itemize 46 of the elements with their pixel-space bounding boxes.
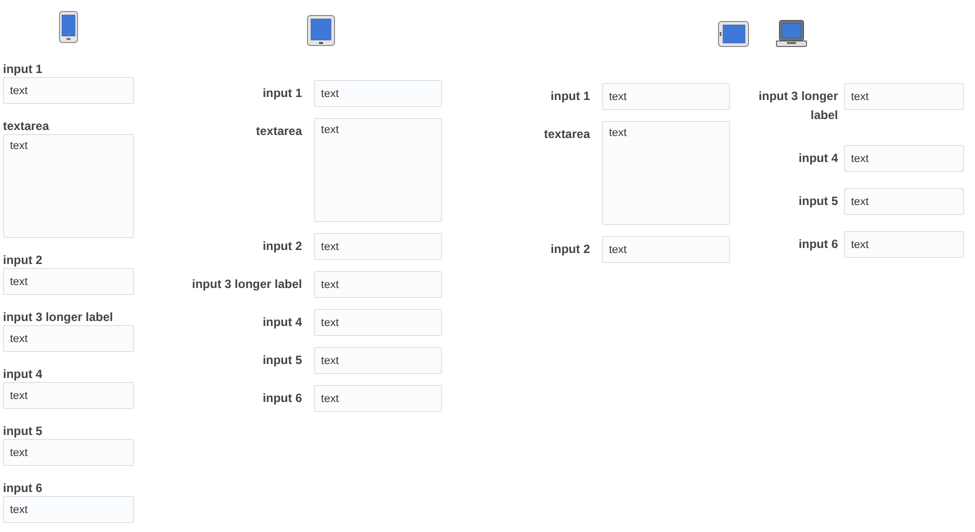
tablet-icon bbox=[718, 21, 748, 47]
input-field[interactable]: text bbox=[314, 233, 442, 260]
textarea-field[interactable]: text bbox=[3, 134, 134, 238]
input-field[interactable]: text bbox=[844, 188, 964, 215]
field-label: input 3 longer label bbox=[192, 276, 302, 293]
input-field[interactable]: text bbox=[602, 83, 730, 110]
field-label: textarea bbox=[542, 126, 590, 143]
field-label: input 5 bbox=[262, 352, 302, 369]
field-label: input 1 bbox=[550, 88, 590, 105]
laptop-icon bbox=[776, 20, 806, 47]
field-label: input 2 bbox=[3, 252, 42, 268]
input-field[interactable]: text bbox=[3, 382, 134, 409]
textarea-field[interactable]: text bbox=[314, 118, 442, 222]
field-label: input 5 bbox=[3, 423, 42, 439]
field-label: input 5 bbox=[798, 193, 838, 210]
phone-icon bbox=[59, 11, 78, 43]
field-label: input 6 bbox=[798, 236, 838, 253]
field-label: input 1 bbox=[3, 61, 42, 77]
input-field[interactable]: text bbox=[314, 271, 442, 298]
input-field[interactable]: text bbox=[602, 236, 730, 263]
field-label: input 2 bbox=[262, 238, 302, 255]
input-field[interactable]: text bbox=[844, 231, 964, 258]
field-label: textarea bbox=[3, 118, 50, 134]
input-field[interactable]: text bbox=[3, 496, 134, 523]
input-field[interactable]: text bbox=[314, 347, 442, 374]
field-label: input 3 longer label bbox=[758, 88, 838, 124]
input-field[interactable]: text bbox=[314, 80, 442, 107]
field-label: input 1 bbox=[262, 85, 302, 102]
field-label: input 6 bbox=[3, 480, 42, 496]
field-label: input 2 bbox=[550, 241, 590, 258]
tablet-icon bbox=[307, 15, 335, 46]
field-label: input 4 bbox=[3, 366, 42, 382]
input-field[interactable]: text bbox=[3, 439, 134, 466]
field-label: textarea bbox=[254, 123, 302, 140]
textarea-field[interactable]: text bbox=[602, 121, 730, 225]
field-label: input 4 bbox=[798, 150, 838, 167]
input-field[interactable]: text bbox=[844, 145, 964, 172]
field-label: input 4 bbox=[262, 314, 302, 331]
input-field[interactable]: text bbox=[3, 77, 134, 104]
input-field[interactable]: text bbox=[3, 325, 134, 352]
input-field[interactable]: text bbox=[314, 385, 442, 412]
input-field[interactable]: text bbox=[314, 309, 442, 336]
field-label: input 6 bbox=[262, 390, 302, 407]
field-label: input 3 longer label bbox=[3, 309, 114, 325]
input-field[interactable]: text bbox=[3, 268, 134, 295]
input-field[interactable]: text bbox=[844, 83, 964, 110]
